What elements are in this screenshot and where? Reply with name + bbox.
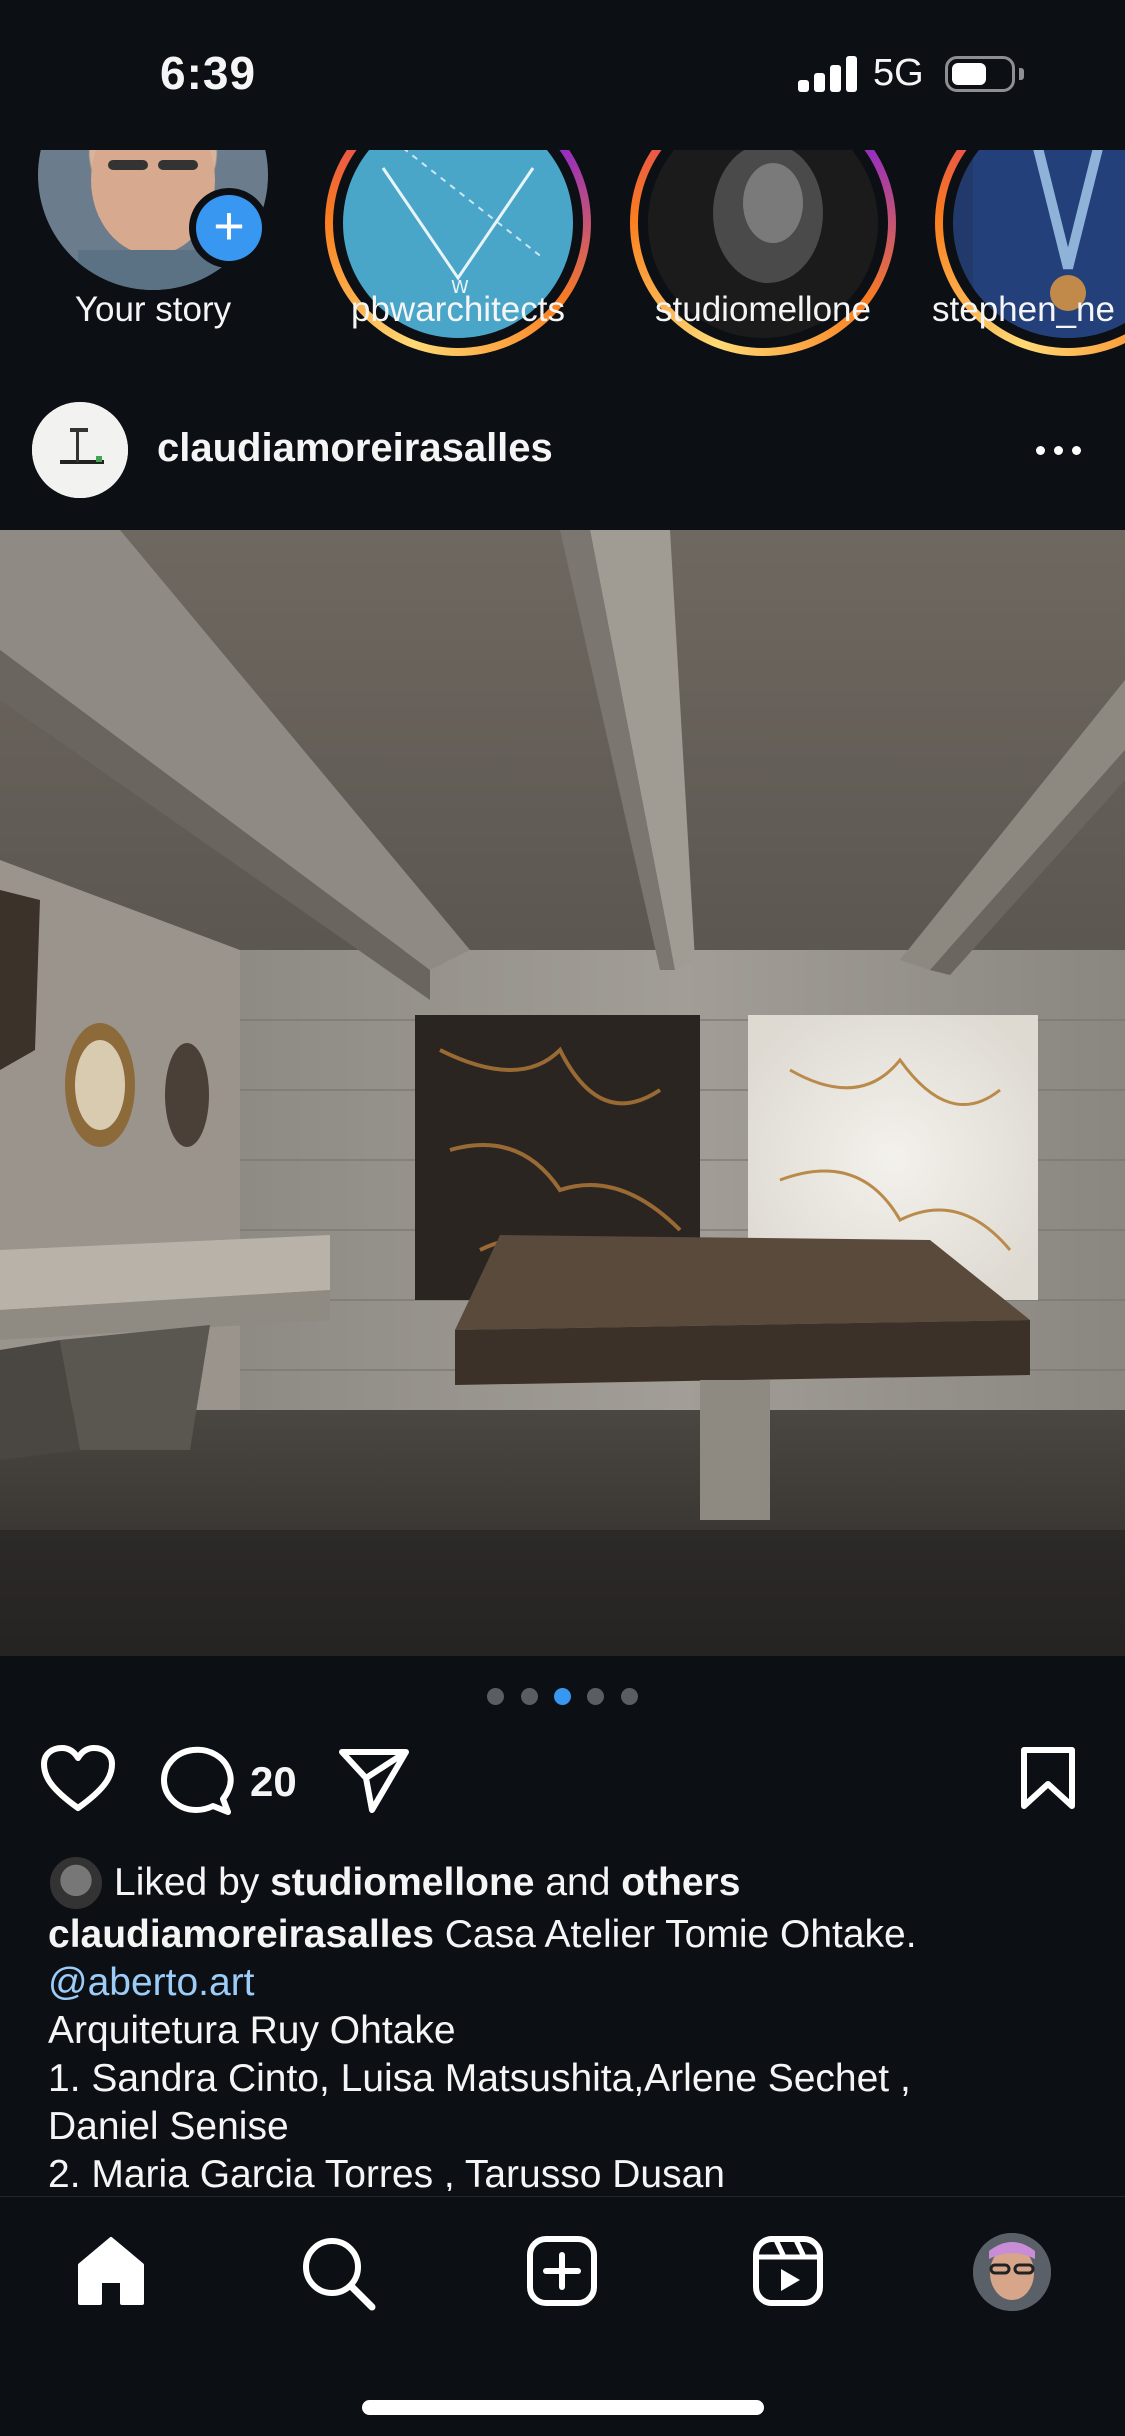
story-label: stephen_ne xyxy=(932,290,1115,329)
more-horizontal-icon[interactable] xyxy=(1030,426,1090,476)
stories-tray: + Your story W pbwarchitects studiomello… xyxy=(0,60,1125,370)
post-caption-area: Liked by studiomellone and others claudi… xyxy=(48,1855,1088,2191)
liked-by-user[interactable]: studiomellone xyxy=(270,1861,534,1904)
share-send-icon[interactable] xyxy=(338,1746,410,1819)
carousel-dot xyxy=(487,1688,505,1705)
post-author-username[interactable]: claudiamoreirasalles xyxy=(157,426,553,471)
liked-by-prefix: Liked by xyxy=(114,1861,260,1904)
caption-line-architecture: Arquitetura Ruy Ohtake xyxy=(48,2009,456,2052)
story-label: pbwarchitects xyxy=(351,290,565,329)
caption-line-artists-2: 2. Maria Garcia Torres , Tarusso Dusan xyxy=(48,2153,725,2191)
carousel-indicator xyxy=(0,1688,1125,1712)
comment-count[interactable]: 20 xyxy=(250,1758,297,1806)
network-type: 5G xyxy=(873,52,924,94)
caption-mention[interactable]: @aberto.art xyxy=(48,1959,1088,2007)
story-label: Your story xyxy=(74,290,232,329)
story-pbwarchitects[interactable]: W pbwarchitects xyxy=(308,90,608,370)
post-actions: 20 xyxy=(0,1740,1125,1840)
post-author-avatar[interactable] xyxy=(32,402,128,498)
cellular-signal-icon xyxy=(798,56,858,92)
carousel-dot xyxy=(587,1688,605,1705)
story-label: studiomellone xyxy=(655,290,871,329)
home-indicator xyxy=(362,2400,764,2415)
liked-by-others[interactable]: others xyxy=(621,1861,740,1904)
caption-line-artists-1-cont: Daniel Senise xyxy=(48,2105,289,2148)
liked-by-row[interactable]: Liked by studiomellone and others xyxy=(48,1855,1088,1911)
post-header: claudiamoreirasalles xyxy=(0,400,1125,530)
carousel-dot-active xyxy=(554,1688,571,1705)
liked-by-text: Liked by studiomellone and others xyxy=(114,1859,740,1907)
story-stephen-ne[interactable]: stephen_ne xyxy=(918,90,1125,370)
battery-tip xyxy=(1019,68,1024,80)
instagram-feed-screen: 6:39 5G + Your story W pbwarchitects stu… xyxy=(0,0,1125,2436)
carousel-dot xyxy=(620,1688,638,1705)
comment-icon[interactable] xyxy=(160,1744,234,1821)
profile-avatar[interactable] xyxy=(973,2233,1051,2311)
carousel-dot xyxy=(520,1688,538,1705)
home-icon[interactable] xyxy=(74,2235,154,2315)
reels-icon[interactable] xyxy=(752,2235,832,2315)
caption-line-artists-1: 1. Sandra Cinto, Luisa Matsushita,Arlene… xyxy=(48,2057,911,2100)
story-studiomellone[interactable]: studiomellone xyxy=(613,90,913,370)
battery-icon xyxy=(945,56,1015,92)
heart-icon[interactable] xyxy=(40,1744,116,1819)
search-icon[interactable] xyxy=(300,2235,380,2315)
bookmark-icon[interactable] xyxy=(1020,1746,1076,1815)
caption-username[interactable]: claudiamoreirasalles xyxy=(48,1913,434,1956)
post-image[interactable] xyxy=(0,530,1125,1656)
liked-by-conjunction: and xyxy=(545,1861,611,1904)
status-bar: 6:39 5G xyxy=(0,0,1125,150)
caption-line-1: claudiamoreirasalles Casa Atelier Tomie … xyxy=(48,1911,1088,1959)
story-your-story[interactable]: + Your story xyxy=(3,60,303,370)
liked-by-avatar xyxy=(48,1855,104,1911)
caption-text: Casa Atelier Tomie Ohtake. xyxy=(444,1913,917,1956)
status-time: 6:39 xyxy=(160,47,257,99)
plus-square-icon[interactable] xyxy=(526,2235,606,2315)
add-story-icon[interactable]: + xyxy=(189,188,269,268)
